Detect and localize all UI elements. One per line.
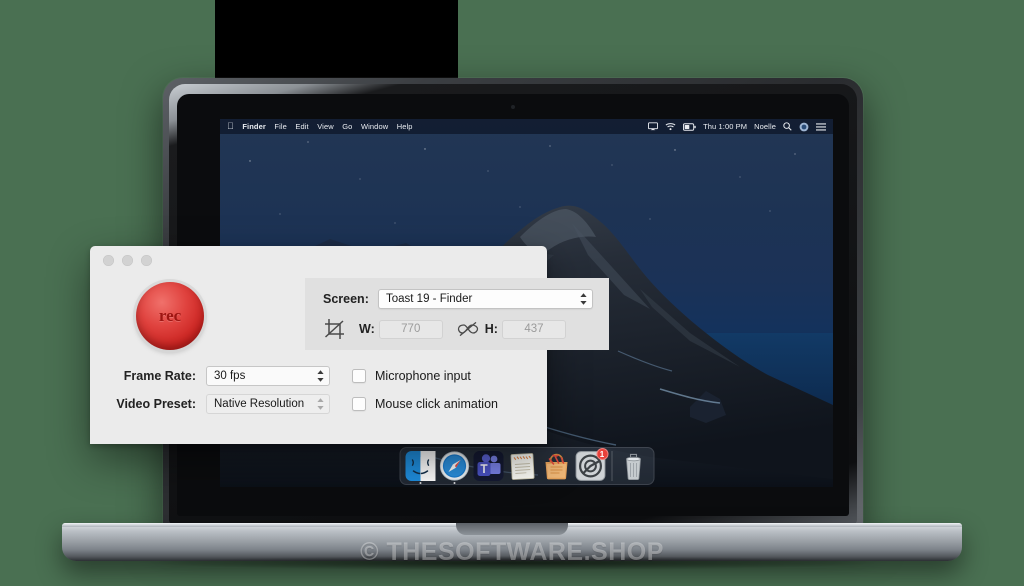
frame-rate-value: 30 fps — [214, 370, 246, 382]
watermark-text: © THESOFTWARE.SHOP — [360, 538, 664, 566]
height-input[interactable]: 437 — [501, 319, 566, 339]
dock-item-stickies[interactable] — [507, 451, 537, 481]
dialog-titlebar[interactable] — [90, 246, 547, 272]
mouse-click-animation-row[interactable]: Mouse click animation — [352, 397, 498, 411]
frame-rate-select[interactable]: 30 fps — [206, 366, 330, 386]
menubar-status-area: Thu 1:00 PM Noelle — [648, 122, 826, 132]
video-preset-value: Native Resolution — [214, 398, 305, 410]
frame-rate-label: Frame Rate: — [123, 369, 196, 383]
screen-mirroring-icon[interactable] — [648, 122, 659, 131]
screen-select[interactable]: Toast 19 - Finder — [378, 289, 593, 309]
menubar-username[interactable]: Noelle — [754, 122, 776, 131]
zoom-button[interactable] — [141, 255, 152, 266]
video-preset-row: Video Preset: Native Resolution Mouse cl… — [90, 390, 547, 418]
aspect-ratio-unlinked-icon[interactable] — [457, 321, 479, 337]
window-controls — [103, 255, 152, 266]
wifi-icon[interactable] — [665, 122, 676, 131]
chevron-updown-icon[interactable] — [315, 397, 325, 411]
spotlight-search-icon[interactable] — [783, 122, 792, 131]
control-center-icon[interactable] — [816, 122, 826, 131]
dock-badge-count: 1 — [596, 448, 608, 460]
dock-item-trash[interactable] — [618, 451, 648, 481]
dock-item-toast[interactable] — [541, 451, 571, 481]
record-button[interactable]: rec — [136, 282, 204, 350]
apple-logo-icon[interactable]:  — [227, 121, 234, 131]
close-button[interactable] — [103, 255, 114, 266]
menu-item-file[interactable]: File — [274, 122, 287, 131]
chevron-updown-icon[interactable] — [578, 292, 588, 306]
dock-item-microsoft-teams[interactable] — [473, 451, 503, 481]
height-label: H: — [484, 322, 498, 336]
menu-item-edit[interactable]: Edit — [295, 122, 308, 131]
menu-item-window[interactable]: Window — [361, 122, 388, 131]
screen-settings-panel: Screen: Toast 19 - Finder W: 770 H: 437 — [305, 278, 609, 350]
microphone-input-label: Microphone input — [375, 369, 471, 383]
microphone-input-row[interactable]: Microphone input — [352, 369, 471, 383]
menu-item-finder[interactable]: Finder — [242, 122, 266, 131]
dialog-bottom-settings: Frame Rate: 30 fps Microphone input Vide… — [90, 362, 547, 418]
screen-label: Screen: — [323, 292, 369, 306]
dock-item-system-preferences[interactable]: 1 — [575, 448, 608, 481]
video-preset-label: Video Preset: — [116, 397, 196, 411]
menubar-clock[interactable]: Thu 1:00 PM — [703, 122, 747, 131]
record-button-wrap: rec — [128, 274, 212, 358]
webcam-icon — [511, 105, 515, 109]
width-input[interactable]: 770 — [378, 319, 443, 339]
minimize-button[interactable] — [122, 255, 133, 266]
crop-disabled-icon[interactable] — [323, 318, 347, 340]
menubar-left:  Finder File Edit View Go Window Help — [227, 121, 413, 131]
dock-running-indicator — [419, 482, 421, 484]
width-label: W: — [359, 322, 375, 336]
mouse-click-animation-label: Mouse click animation — [375, 397, 498, 411]
chevron-updown-icon[interactable] — [315, 369, 325, 383]
capture-size-row: W: 770 H: 437 — [323, 318, 597, 340]
dock-item-finder[interactable] — [405, 451, 435, 484]
screen-recorder-dialog[interactable]: rec Screen: Toast 19 - Finder W: 770 H: … — [90, 246, 609, 444]
menu-item-go[interactable]: Go — [342, 122, 352, 131]
dock-separator — [611, 451, 612, 481]
macos-dock[interactable]: 1 — [399, 447, 654, 485]
frame-rate-row: Frame Rate: 30 fps Microphone input — [90, 362, 547, 390]
video-preset-select[interactable]: Native Resolution — [206, 394, 330, 414]
screen-source-row: Screen: Toast 19 - Finder — [323, 289, 593, 309]
dock-running-indicator — [453, 482, 455, 484]
mouse-click-animation-checkbox[interactable] — [352, 397, 366, 411]
menu-item-view[interactable]: View — [317, 122, 334, 131]
screen-select-value: Toast 19 - Finder — [386, 293, 473, 305]
macos-menubar[interactable]:  Finder File Edit View Go Window Help — [220, 119, 833, 134]
battery-icon[interactable] — [683, 122, 696, 131]
microphone-input-checkbox[interactable] — [352, 369, 366, 383]
menu-item-help[interactable]: Help — [397, 122, 413, 131]
laptop-base-notch — [456, 523, 568, 535]
siri-icon[interactable] — [799, 122, 809, 132]
dock-item-safari[interactable] — [439, 451, 469, 484]
